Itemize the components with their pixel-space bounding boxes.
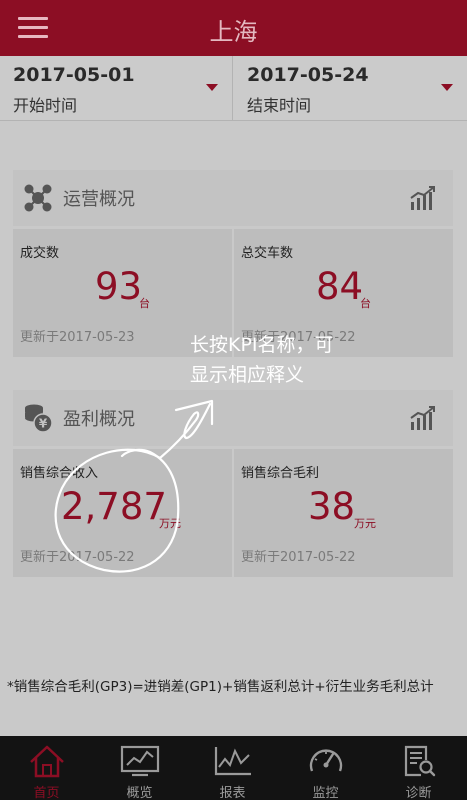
nav-monitor[interactable]: 监控 <box>279 736 372 800</box>
home-icon <box>30 745 64 778</box>
nav-home[interactable]: 首页 <box>0 736 93 800</box>
kpi-card-sales-revenue[interactable]: 销售综合收入 2,787 万元 更新于2017-05-22 <box>13 449 232 577</box>
operations-section-header: 运营概况 <box>13 170 453 226</box>
speedometer-icon <box>309 749 343 772</box>
operations-section-title: 运营概况 <box>63 189 135 210</box>
page-title: 上海 <box>209 18 258 46</box>
end-date-label: 结束时间 <box>247 96 312 115</box>
bottom-nav: 首页 概览 报表 监控 诊断 <box>0 736 467 800</box>
tutorial-hint: 长按KPI名称，可 显示相应释义 <box>190 330 334 390</box>
kpi-name[interactable]: 销售综合收入 <box>20 462 98 481</box>
diagnosis-icon <box>404 745 436 777</box>
kpi-name[interactable]: 总交车数 <box>241 242 293 261</box>
nav-label: 概览 <box>126 786 153 800</box>
overview-chart-icon <box>120 745 160 777</box>
nav-label: 诊断 <box>405 786 432 800</box>
profit-section-title: 盈利概况 <box>63 409 135 430</box>
nav-label: 首页 <box>33 786 60 800</box>
end-date-picker[interactable]: 2017-05-24 结束时间 <box>234 56 467 120</box>
caret-down-icon <box>441 84 453 91</box>
footnote: *销售综合毛利(GP3)=进销差(GP1)+销售返利总计+衍生业务毛利总计 <box>7 679 434 695</box>
nav-diagnosis[interactable]: 诊断 <box>372 736 465 800</box>
kpi-updated: 更新于2017-05-23 <box>20 330 135 345</box>
kpi-unit: 台 <box>360 297 371 310</box>
nav-overview[interactable]: 概览 <box>93 736 186 800</box>
coins-yen-icon: ¥ <box>25 404 53 433</box>
kpi-card-gross-profit[interactable]: 销售综合毛利 38 万元 更新于2017-05-22 <box>234 449 453 577</box>
nav-reports[interactable]: 报表 <box>186 736 279 800</box>
caret-down-icon <box>206 84 218 91</box>
top-bar: 上海 <box>0 0 467 56</box>
profit-section-header: ¥ 盈利概况 <box>13 390 453 446</box>
svg-text:¥: ¥ <box>39 417 48 431</box>
report-chart-icon <box>214 747 251 776</box>
kpi-value: 2,787 <box>61 485 167 528</box>
kpi-unit: 万元 <box>354 517 376 530</box>
kpi-name[interactable]: 成交数 <box>20 242 59 261</box>
kpi-name[interactable]: 销售综合毛利 <box>241 462 319 481</box>
kpi-updated: 更新于2017-05-22 <box>241 550 356 565</box>
network-icon <box>24 184 52 212</box>
nav-label: 报表 <box>219 786 246 800</box>
trend-chart-icon[interactable] <box>409 185 437 211</box>
nav-label: 监控 <box>312 786 339 800</box>
start-date-label: 开始时间 <box>13 96 78 115</box>
kpi-value: 84 <box>316 265 364 308</box>
date-range-bar: 2017-05-01 开始时间 2017-05-24 结束时间 <box>0 56 467 121</box>
kpi-value: 93 <box>95 265 143 308</box>
tutorial-hint-line: 显示相应释义 <box>190 364 305 386</box>
start-date-picker[interactable]: 2017-05-01 开始时间 <box>0 56 233 120</box>
start-date-value: 2017-05-01 <box>13 64 135 86</box>
kpi-unit: 万元 <box>159 517 181 530</box>
kpi-unit: 台 <box>139 297 150 310</box>
kpi-updated: 更新于2017-05-22 <box>20 550 135 565</box>
kpi-value: 38 <box>308 485 356 528</box>
trend-chart-icon[interactable] <box>409 405 437 431</box>
tutorial-hint-line: 长按KPI名称，可 <box>190 334 334 356</box>
end-date-value: 2017-05-24 <box>247 64 369 86</box>
